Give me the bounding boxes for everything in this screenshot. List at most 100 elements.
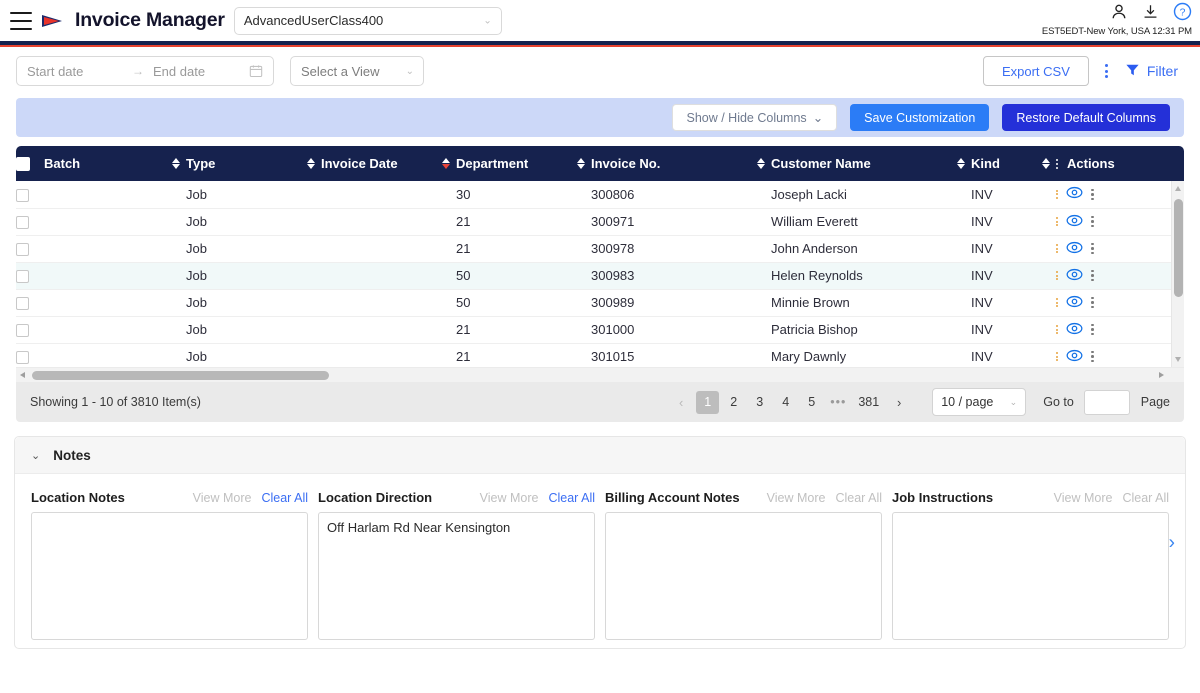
row-drag-handle-icon[interactable] <box>1056 271 1058 280</box>
row-more-options-icon[interactable] <box>1091 269 1094 282</box>
table-row[interactable]: Job 50 300983 Helen Reynolds INV <box>16 262 1184 290</box>
user-class-select[interactable]: AdvancedUserClass400 ⌄ <box>233 6 502 35</box>
restore-default-columns-button[interactable]: Restore Default Columns <box>1002 104 1170 131</box>
table-body-scroll[interactable]: Job 30 300806 Joseph Lacki INV Job 21 30… <box>16 181 1184 367</box>
previous-page-button[interactable]: ‹ <box>669 390 693 414</box>
column-header-batch[interactable]: Batch <box>16 146 186 181</box>
row-more-options-icon[interactable] <box>1091 188 1094 200</box>
clear-all-link-job-instructions[interactable]: Clear All <box>1122 491 1169 505</box>
page-size-select[interactable]: 10 / page ⌄ <box>932 388 1027 416</box>
column-header-department[interactable]: Department <box>456 146 591 181</box>
note-textarea-location-direction[interactable]: Off Harlam Rd Near Kensington <box>318 512 595 640</box>
row-more-options-icon[interactable] <box>1091 242 1094 255</box>
table-row[interactable]: Job 21 300971 William Everett INV <box>16 208 1184 236</box>
column-header-kind[interactable]: Kind <box>971 146 1056 181</box>
table-horizontal-scrollbar[interactable] <box>16 367 1184 382</box>
menu-hamburger-icon[interactable] <box>10 11 32 30</box>
page-button-2[interactable]: 2 <box>722 391 745 414</box>
sort-toggle-customer-name[interactable] <box>957 157 965 170</box>
goto-page-input[interactable] <box>1083 389 1130 415</box>
row-drag-handle-icon[interactable] <box>1056 298 1058 307</box>
start-date-input[interactable]: Start date <box>27 64 123 79</box>
page-ellipsis[interactable]: ••• <box>826 395 850 409</box>
next-page-button[interactable]: › <box>887 390 911 414</box>
sort-toggle-batch[interactable] <box>172 157 180 170</box>
note-textarea-billing-account-notes[interactable] <box>605 512 882 640</box>
table-row[interactable]: Job 50 300989 Minnie Brown INV <box>16 289 1184 317</box>
sort-toggle-department[interactable] <box>577 157 585 170</box>
sort-toggle-kind[interactable] <box>1042 157 1050 170</box>
view-more-link-billing-account-notes[interactable]: View More <box>767 491 826 505</box>
row-checkbox[interactable] <box>16 188 29 202</box>
date-range-picker[interactable]: Start date → End date <box>16 56 274 86</box>
column-header-invoice-date[interactable]: Invoice Date <box>321 146 456 181</box>
clear-all-link-billing-account-notes[interactable]: Clear All <box>835 491 882 505</box>
view-row-icon[interactable] <box>1066 186 1083 202</box>
table-vertical-scrollbar[interactable] <box>1171 181 1184 367</box>
calendar-icon[interactable] <box>249 64 263 78</box>
view-more-link-location-direction[interactable]: View More <box>480 491 539 505</box>
user-account-icon[interactable] <box>1110 3 1128 24</box>
toolbar-more-options-icon[interactable] <box>1093 56 1121 86</box>
row-drag-handle-icon[interactable] <box>1056 244 1058 253</box>
scroll-down-arrow-icon[interactable] <box>1175 357 1181 362</box>
scroll-left-arrow-icon[interactable] <box>20 372 25 378</box>
row-drag-handle-icon[interactable] <box>1056 325 1058 334</box>
help-icon[interactable]: ? <box>1173 2 1192 24</box>
table-row[interactable]: Job 21 300978 John Anderson INV <box>16 235 1184 263</box>
row-drag-handle-icon[interactable] <box>1056 217 1058 226</box>
column-header-type[interactable]: Type <box>186 146 321 181</box>
row-more-options-icon[interactable] <box>1091 323 1094 336</box>
view-select[interactable]: Select a View ⌄ <box>290 56 424 86</box>
filter-button[interactable]: Filter <box>1125 63 1184 80</box>
page-button-last[interactable]: 381 <box>853 391 884 414</box>
note-textarea-location-notes[interactable] <box>31 512 308 640</box>
view-row-icon[interactable] <box>1066 241 1083 257</box>
view-row-icon[interactable] <box>1066 349 1083 365</box>
page-button-1[interactable]: 1 <box>696 390 720 414</box>
view-row-icon[interactable] <box>1066 322 1083 338</box>
row-more-options-icon[interactable] <box>1091 296 1094 309</box>
column-header-invoice-no[interactable]: Invoice No. <box>591 146 771 181</box>
page-button-4[interactable]: 4 <box>774 391 797 414</box>
sort-toggle-invoice-no[interactable] <box>757 157 765 170</box>
view-row-icon[interactable] <box>1066 268 1083 284</box>
vertical-scroll-thumb[interactable] <box>1174 199 1183 297</box>
chevron-down-icon[interactable]: ⌄ <box>31 449 40 462</box>
view-more-link-location-notes[interactable]: View More <box>193 491 252 505</box>
horizontal-scroll-thumb[interactable] <box>32 371 329 380</box>
scroll-up-arrow-icon[interactable] <box>1175 186 1181 191</box>
export-csv-button[interactable]: Export CSV <box>982 56 1089 86</box>
row-drag-handle-icon[interactable] <box>1056 189 1058 199</box>
table-row[interactable]: Job 30 300806 Joseph Lacki INV <box>16 181 1184 209</box>
notes-next-arrow-icon[interactable]: › <box>1169 533 1175 552</box>
select-all-checkbox[interactable] <box>16 157 30 172</box>
row-drag-handle-icon[interactable] <box>1056 352 1058 361</box>
row-more-options-icon[interactable] <box>1091 350 1094 363</box>
show-hide-columns-button[interactable]: Show / Hide Columns ⌄ <box>672 104 838 131</box>
column-header-customer-name[interactable]: Customer Name <box>771 146 971 181</box>
row-checkbox[interactable] <box>16 270 29 284</box>
row-checkbox[interactable] <box>16 243 29 257</box>
clear-all-link-location-direction[interactable]: Clear All <box>548 491 595 505</box>
row-checkbox[interactable] <box>16 351 29 365</box>
end-date-input[interactable]: End date <box>153 64 249 79</box>
download-icon[interactable] <box>1142 3 1159 24</box>
notes-panel-header[interactable]: ⌄ Notes <box>15 437 1185 474</box>
row-checkbox[interactable] <box>16 297 29 311</box>
save-customization-button[interactable]: Save Customization <box>850 104 990 131</box>
page-button-5[interactable]: 5 <box>800 391 823 414</box>
page-button-3[interactable]: 3 <box>748 391 771 414</box>
row-more-options-icon[interactable] <box>1091 215 1094 228</box>
view-row-icon[interactable] <box>1066 295 1083 311</box>
row-checkbox[interactable] <box>16 216 29 230</box>
row-checkbox[interactable] <box>16 324 29 338</box>
clear-all-link-location-notes[interactable]: Clear All <box>261 491 308 505</box>
scroll-right-arrow-icon[interactable] <box>1159 372 1164 378</box>
view-row-icon[interactable] <box>1066 214 1083 230</box>
table-row[interactable]: Job 21 301000 Patricia Bishop INV <box>16 316 1184 344</box>
sort-toggle-invoice-date[interactable] <box>442 157 450 170</box>
view-more-link-job-instructions[interactable]: View More <box>1054 491 1113 505</box>
table-row[interactable]: Job 21 301015 Mary Dawnly INV <box>16 343 1184 367</box>
note-textarea-job-instructions[interactable] <box>892 512 1169 640</box>
